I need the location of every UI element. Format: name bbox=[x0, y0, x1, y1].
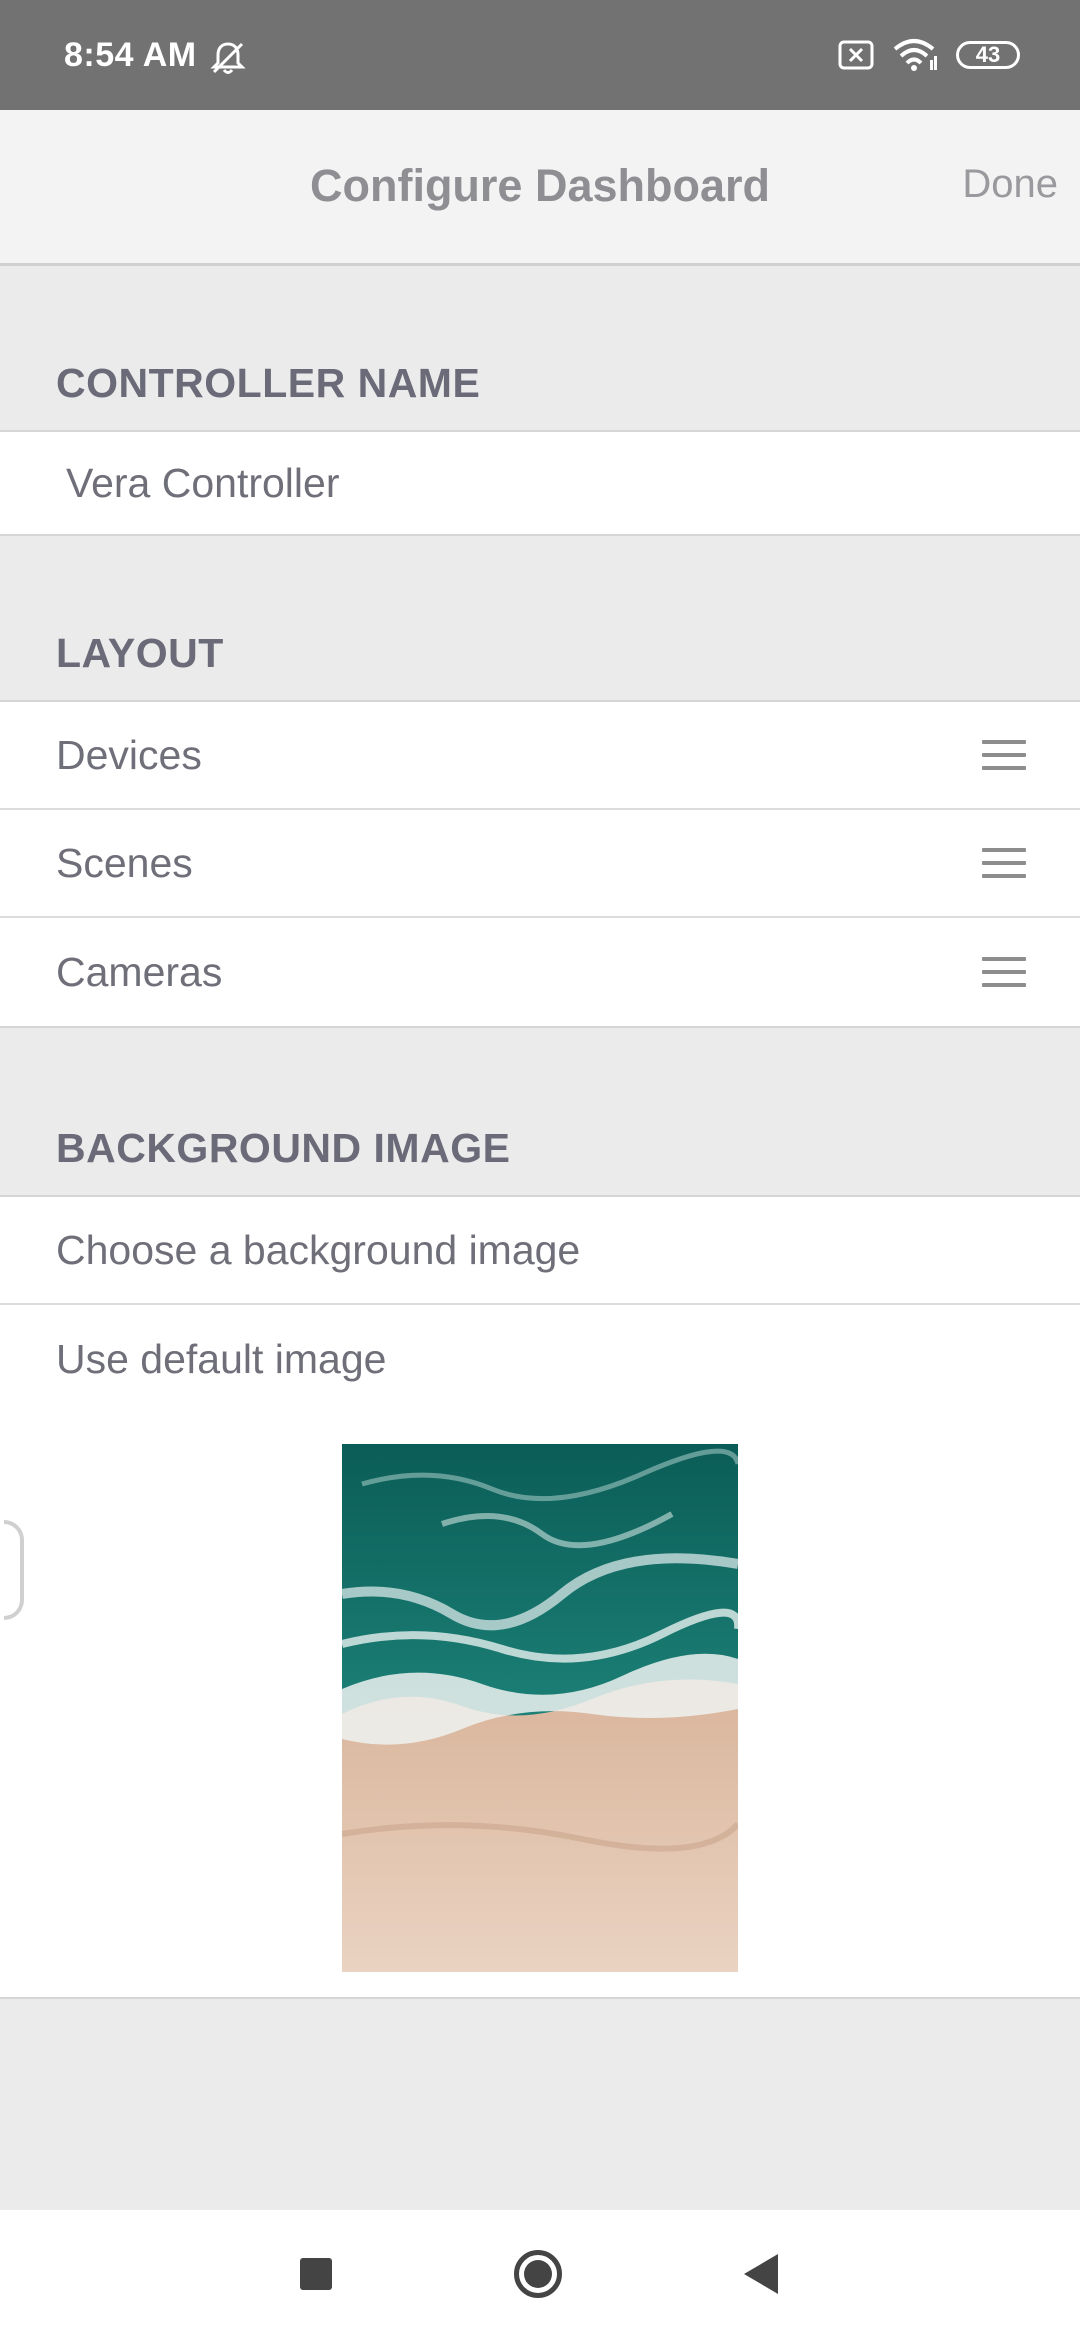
controller-name-group bbox=[0, 430, 1080, 536]
status-bar: 8:54 AM 43 bbox=[0, 0, 1080, 110]
status-time: 8:54 AM bbox=[64, 36, 197, 74]
background-image-header: BACKGROUND IMAGE bbox=[56, 1125, 511, 1171]
home-icon[interactable] bbox=[514, 2250, 562, 2298]
layout-group: Devices Scenes Cameras bbox=[0, 700, 1080, 1028]
system-nav-bar bbox=[0, 2210, 1080, 2340]
nav-bar: Configure Dashboard Done bbox=[0, 110, 1080, 266]
drag-handle-icon[interactable] bbox=[982, 957, 1026, 987]
page-title: Configure Dashboard bbox=[309, 160, 771, 211]
sim-disabled-icon bbox=[838, 40, 874, 70]
layout-header: LAYOUT bbox=[56, 630, 224, 676]
bell-muted-icon bbox=[210, 42, 246, 74]
drag-handle-icon[interactable] bbox=[982, 740, 1026, 770]
controller-name-input[interactable] bbox=[56, 431, 1026, 535]
use-default-image-row[interactable]: Use default image bbox=[0, 1305, 1080, 1413]
back-icon[interactable] bbox=[744, 2254, 778, 2294]
choose-background-label: Choose a background image bbox=[56, 1226, 581, 1273]
controller-name-row bbox=[0, 431, 1080, 535]
done-button[interactable]: Done bbox=[962, 162, 1058, 207]
status-icons: 43 bbox=[838, 38, 1020, 72]
layout-item-cameras[interactable]: Cameras bbox=[0, 918, 1080, 1026]
layout-item-scenes[interactable]: Scenes bbox=[0, 810, 1080, 918]
controller-name-header: CONTROLLER NAME bbox=[56, 360, 481, 406]
choose-background-row[interactable]: Choose a background image bbox=[0, 1197, 1080, 1305]
background-image-preview[interactable] bbox=[342, 1444, 738, 1972]
use-default-image-label: Use default image bbox=[56, 1335, 387, 1382]
layout-item-label: Devices bbox=[56, 731, 202, 778]
edge-panel-handle[interactable] bbox=[4, 1520, 24, 1620]
battery-icon: 43 bbox=[956, 41, 1020, 69]
layout-item-label: Cameras bbox=[56, 948, 223, 995]
recent-apps-icon[interactable] bbox=[300, 2258, 332, 2290]
layout-item-label: Scenes bbox=[56, 839, 193, 886]
layout-item-devices[interactable]: Devices bbox=[0, 702, 1080, 810]
wifi-icon bbox=[893, 39, 937, 71]
drag-handle-icon[interactable] bbox=[982, 848, 1026, 878]
